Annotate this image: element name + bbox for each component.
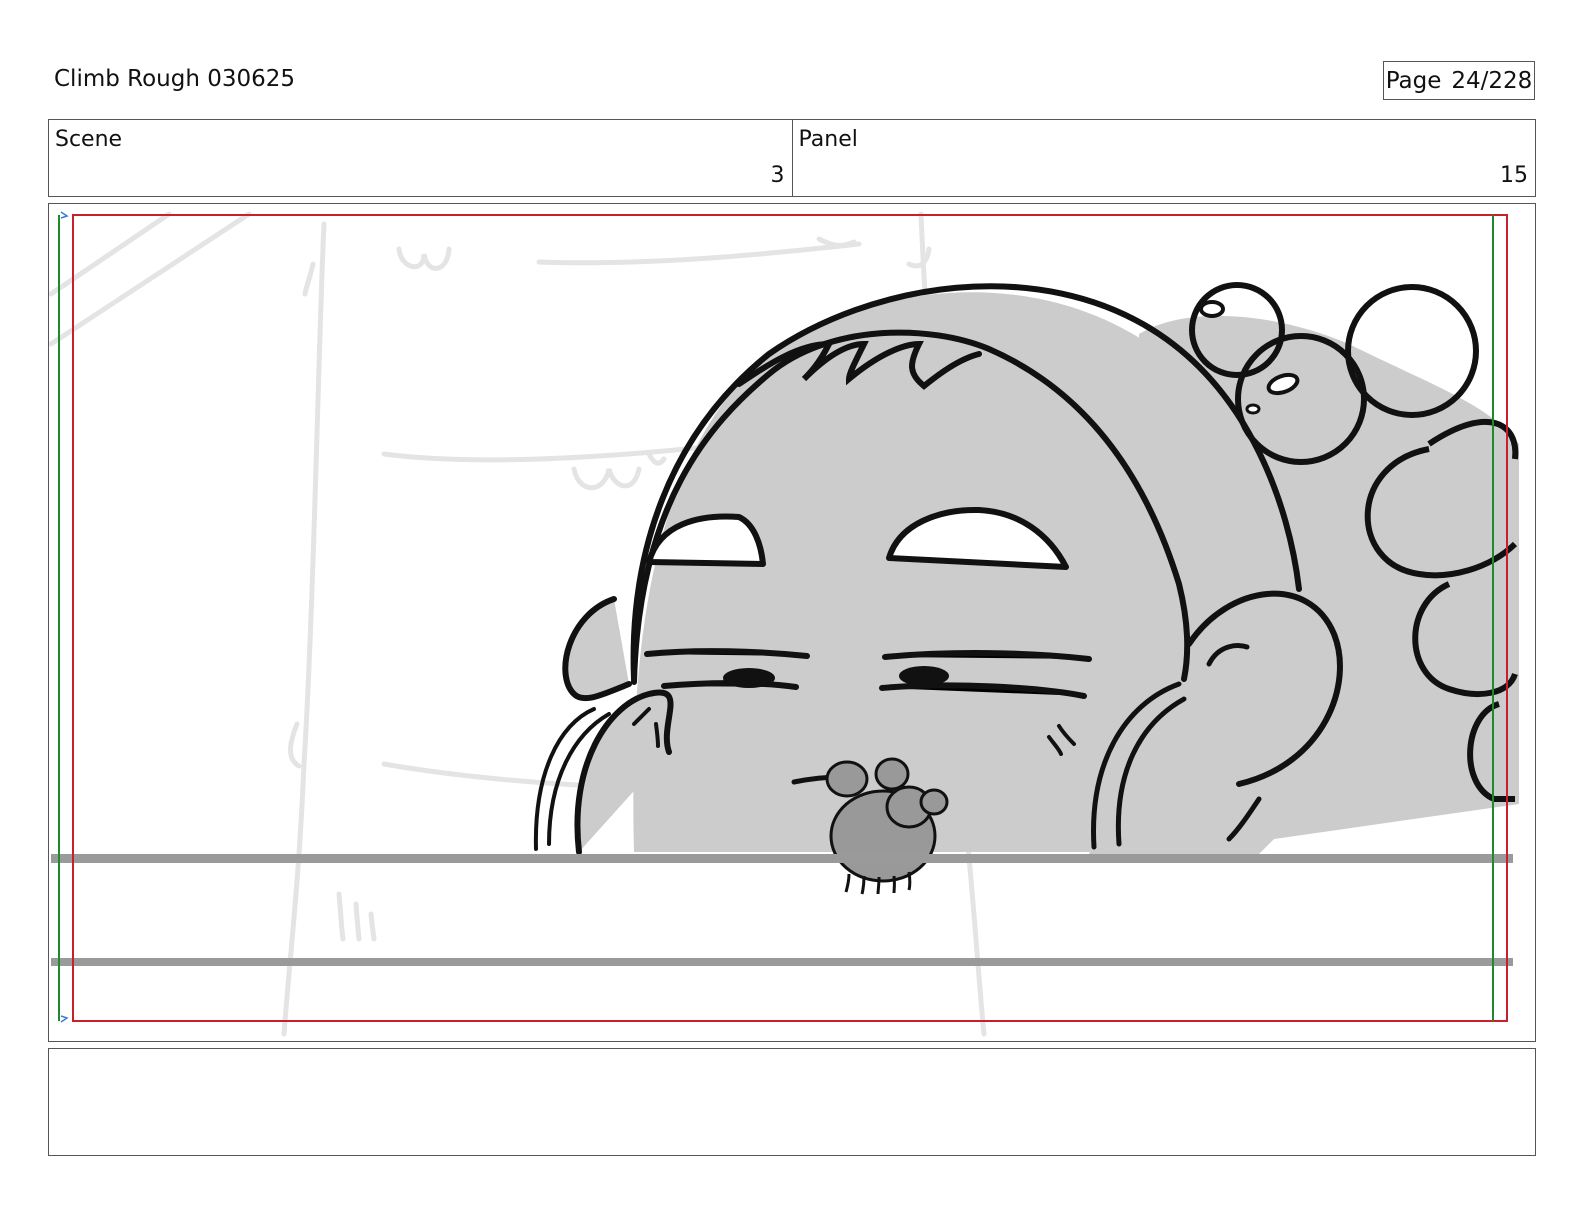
panel-cell: Panel 15 (791, 120, 1536, 196)
page-number: 24/228 (1451, 67, 1533, 94)
document-title: Climb Rough 030625 (54, 66, 296, 92)
panel-drawing (49, 211, 1519, 1037)
page-indicator: Page 24/228 (1383, 61, 1535, 100)
table-rail-top (51, 854, 1513, 863)
table-rail-bottom (51, 958, 1513, 966)
corner-marker-tl (60, 211, 69, 219)
panel-label: Panel (798, 127, 858, 152)
panel-number: 15 (1500, 163, 1528, 188)
corner-marker-bl (60, 1015, 69, 1023)
scene-label: Scene (55, 127, 123, 152)
scene-number: 3 (770, 163, 785, 188)
scene-cell: Scene 3 (49, 120, 792, 196)
panel-notes (48, 1048, 1536, 1156)
storyboard-panel-image (48, 203, 1536, 1042)
scene-panel-header: Scene 3 Panel 15 (48, 119, 1536, 197)
page-label: Page (1385, 67, 1442, 94)
